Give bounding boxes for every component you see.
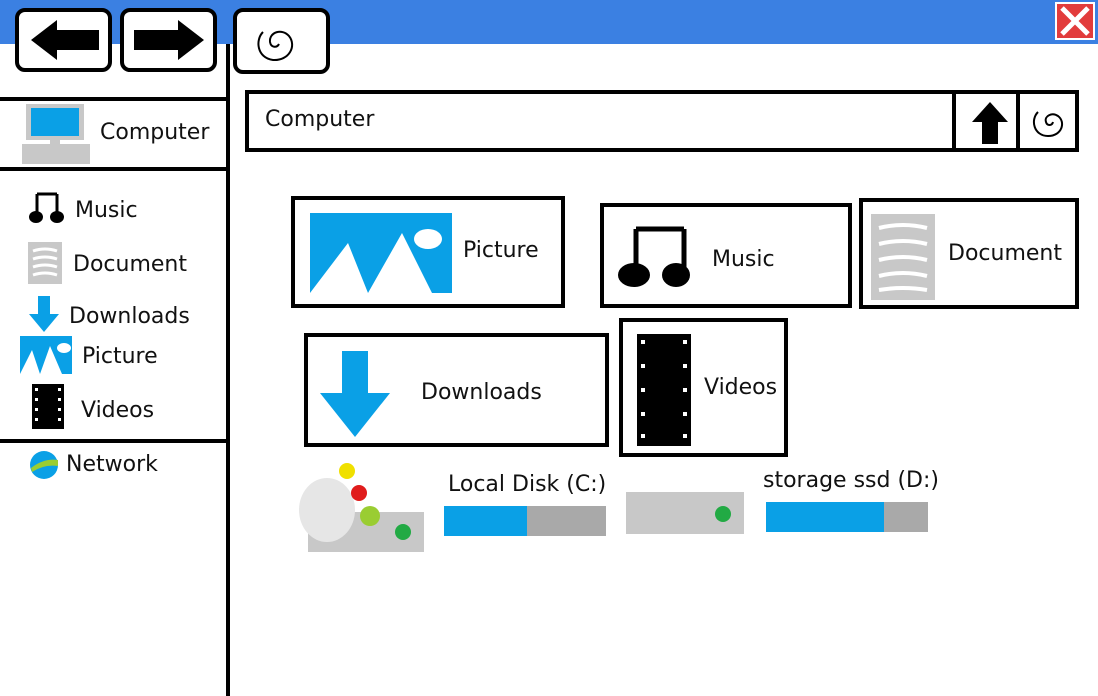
music-icon	[29, 192, 64, 223]
music-icon	[618, 226, 690, 287]
folder-downloads[interactable]: Downloads	[304, 333, 609, 447]
folder-label: Picture	[463, 238, 539, 263]
sidebar-separator	[0, 167, 228, 171]
address-refresh-button[interactable]	[1020, 94, 1075, 148]
drive-c[interactable]: Local Disk (C:)	[296, 456, 616, 556]
folder-label: Downloads	[421, 380, 542, 405]
drive-label: Local Disk (C:)	[448, 472, 607, 497]
sidebar-item-computer[interactable]: Computer	[20, 102, 225, 166]
drive-usage-bar	[766, 502, 928, 532]
refresh-button[interactable]	[233, 8, 330, 74]
refresh-icon	[1032, 111, 1064, 138]
folder-picture[interactable]: Picture	[291, 196, 565, 308]
sidebar-item-label: Computer	[100, 120, 210, 145]
up-button[interactable]	[956, 94, 1020, 148]
up-arrow-icon	[972, 102, 1008, 144]
drive-usage-fill	[766, 502, 885, 532]
refresh-icon	[257, 30, 294, 62]
sidebar-divider	[226, 44, 230, 696]
drive-d[interactable]: storage ssd (D:)	[624, 462, 944, 542]
arrow-left-icon	[31, 20, 99, 60]
sidebar-item-network[interactable]: Network	[28, 448, 223, 484]
folder-music[interactable]: Music	[600, 203, 852, 308]
network-icon	[30, 451, 58, 479]
drive-usage-fill	[444, 506, 527, 536]
drive-label: storage ssd (D:)	[763, 468, 939, 493]
sidebar-item-label: Network	[66, 452, 158, 477]
document-icon	[871, 214, 935, 300]
download-icon	[320, 351, 390, 437]
document-icon	[28, 242, 62, 284]
arrow-right-icon	[134, 20, 204, 60]
sidebar-item-label: Music	[75, 198, 138, 223]
sidebar-item-music[interactable]: Music	[25, 188, 220, 232]
video-icon	[32, 384, 64, 429]
folder-document[interactable]: Document	[859, 198, 1079, 309]
folder-videos[interactable]: Videos	[619, 318, 788, 457]
address-bar: Computer	[245, 90, 1079, 152]
sidebar-separator	[0, 439, 228, 443]
close-button[interactable]	[1055, 2, 1095, 40]
picture-icon	[310, 213, 452, 293]
computer-icon	[22, 104, 90, 164]
folder-label: Document	[948, 241, 1062, 266]
close-icon	[1060, 6, 1090, 36]
address-input[interactable]: Computer	[265, 107, 374, 132]
sidebar-item-downloads[interactable]: Downloads	[25, 296, 220, 336]
video-icon	[637, 334, 691, 446]
sidebar-item-label: Videos	[81, 398, 155, 423]
drive-icon	[626, 492, 744, 534]
sidebar-item-picture[interactable]: Picture	[20, 336, 220, 378]
picture-icon	[20, 336, 72, 374]
system-drive-icon	[299, 463, 424, 552]
forward-button[interactable]	[120, 8, 217, 72]
folder-label: Music	[712, 247, 775, 272]
back-button[interactable]	[15, 8, 112, 72]
sidebar-item-label: Picture	[82, 344, 158, 369]
sidebar-item-label: Downloads	[69, 304, 190, 329]
sidebar-item-videos[interactable]: Videos	[30, 384, 220, 430]
download-icon	[29, 296, 59, 332]
sidebar-separator	[0, 97, 228, 101]
sidebar-item-document[interactable]: Document	[25, 240, 220, 286]
folder-label: Videos	[704, 375, 778, 400]
drive-usage-bar	[444, 506, 606, 536]
sidebar-item-label: Document	[73, 252, 187, 277]
